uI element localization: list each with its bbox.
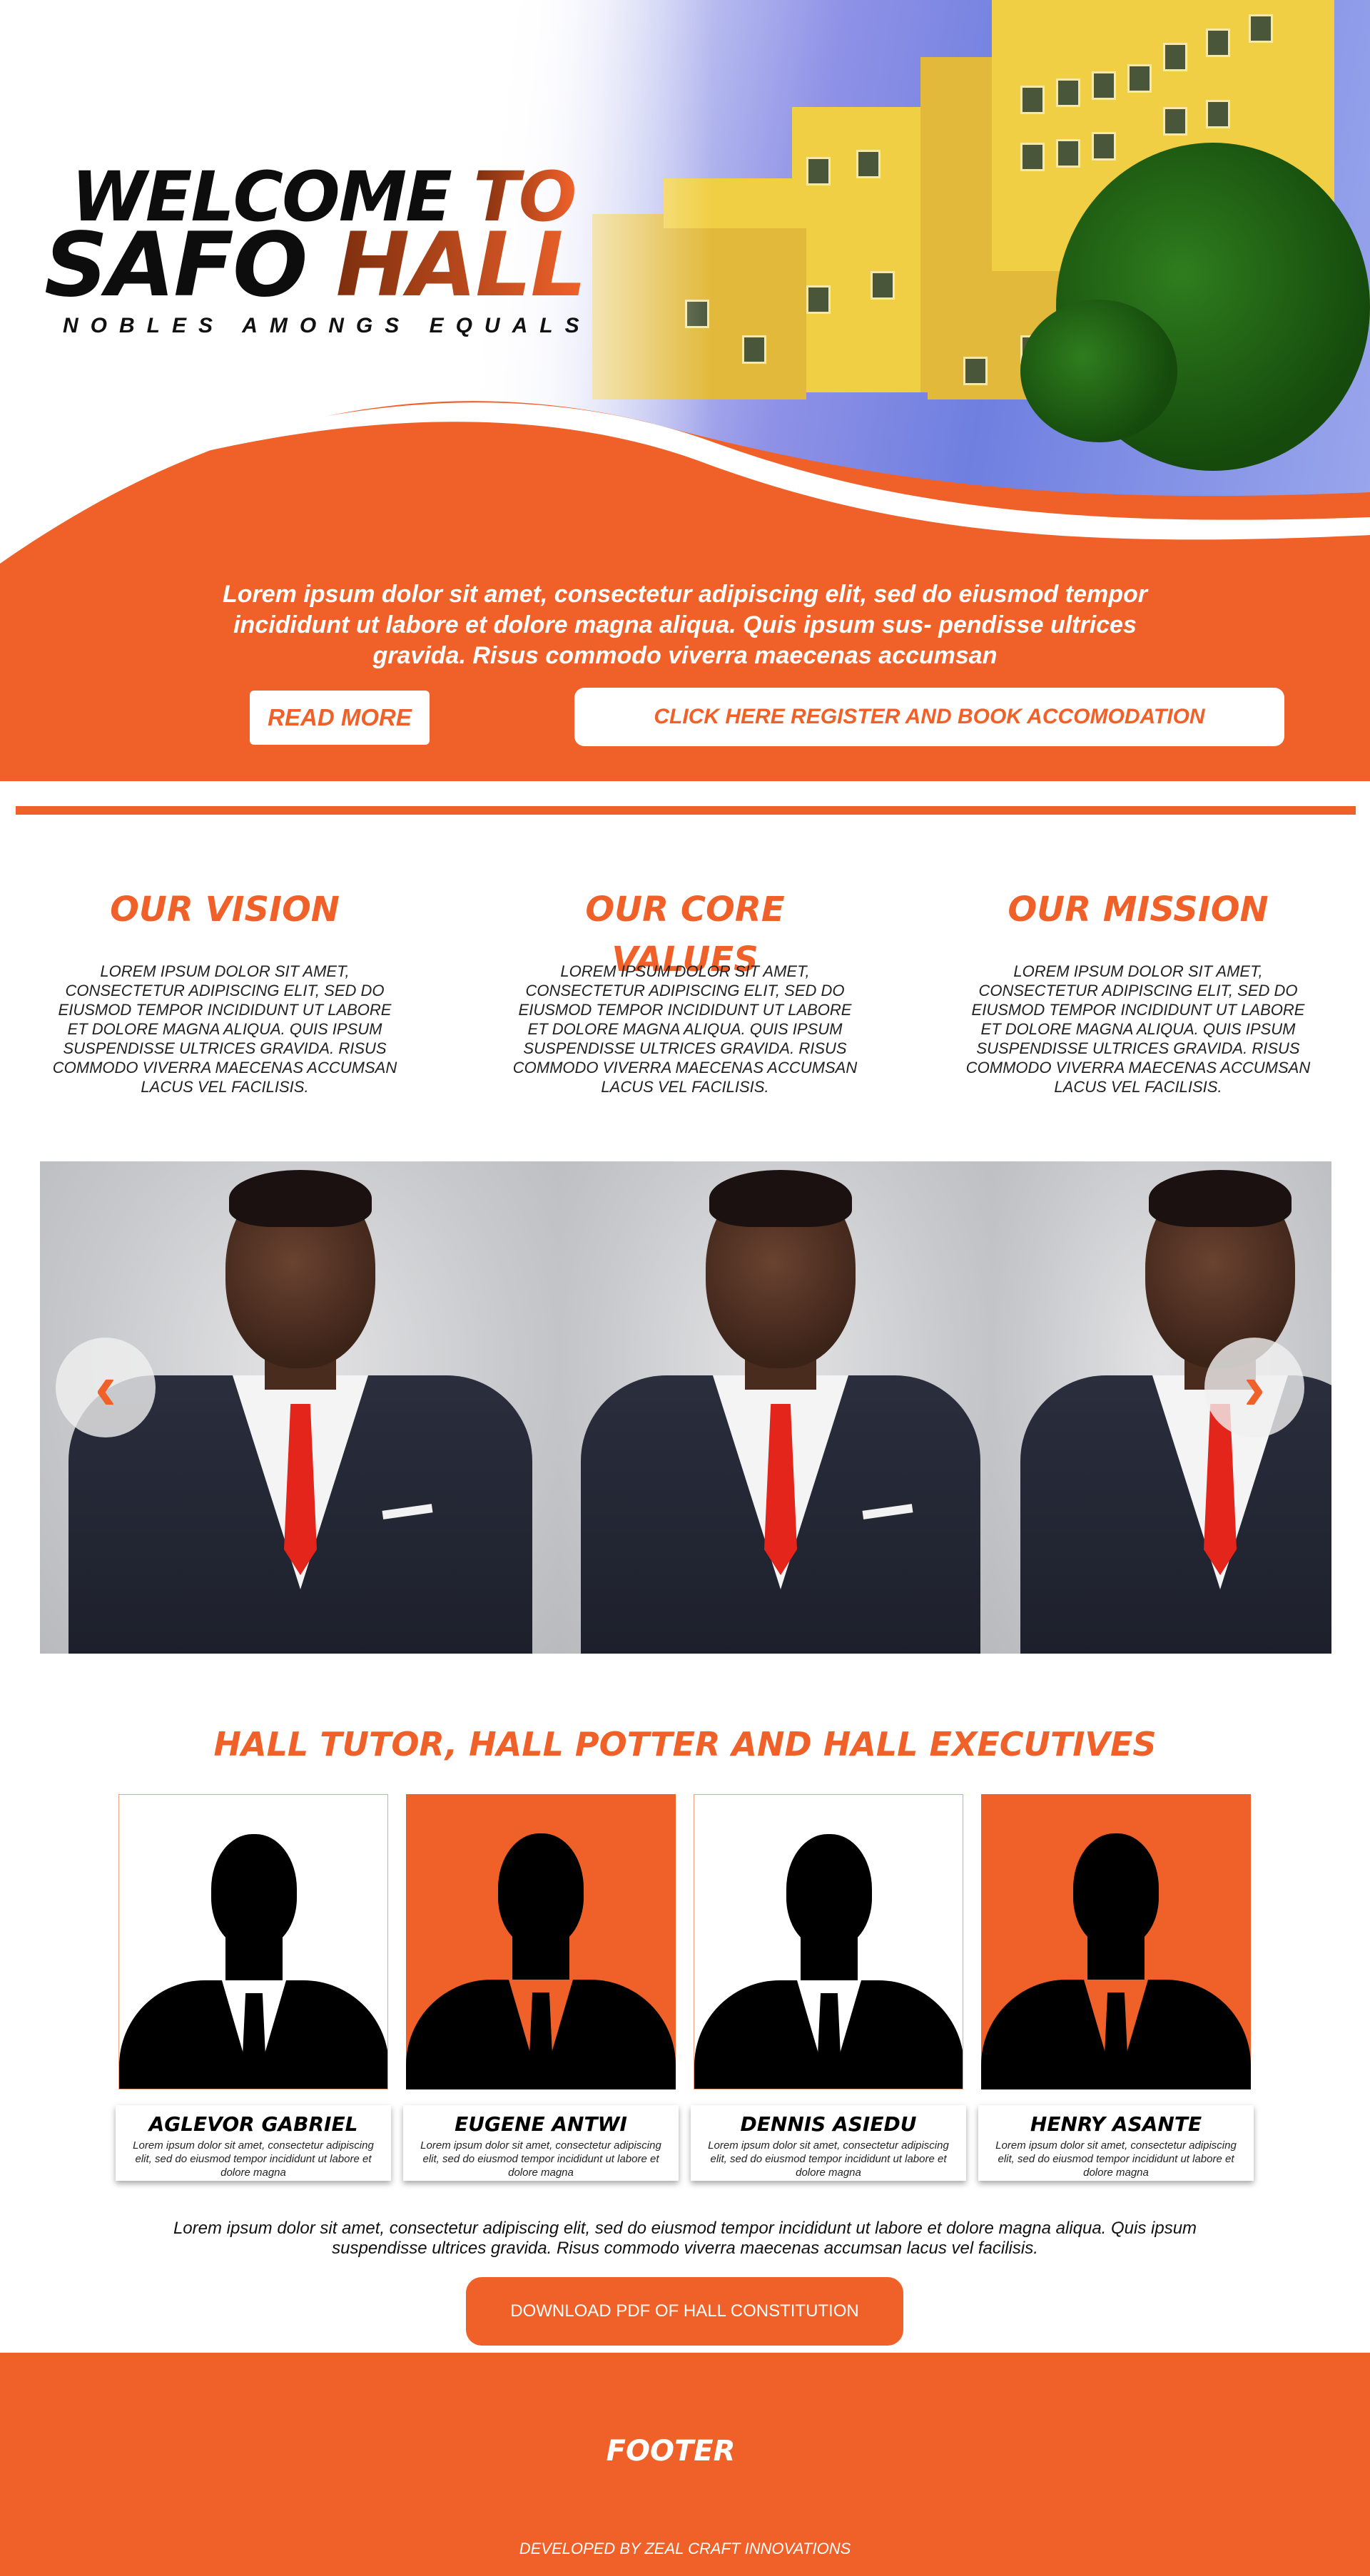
footer-credit: DEVELOPED BY ZEAL CRAFT INNOVATIONS: [519, 2540, 851, 2557]
executive-description: Lorem ipsum dolor sit amet, consectetur …: [995, 2139, 1237, 2179]
executives-title: HALL TUTOR, HALL POTTER AND HALL EXECUTI…: [213, 1725, 1157, 1763]
carousel-slide: [559, 1161, 992, 1654]
carousel-next-button[interactable]: ›: [1204, 1338, 1304, 1437]
executive-avatar: [406, 1794, 676, 2089]
executive-avatar: [981, 1794, 1251, 2089]
executive-card[interactable]: HENRY ASANTE Lorem ipsum dolor sit amet,…: [978, 1794, 1254, 2181]
register-book-accommodation-button[interactable]: CLICK HERE REGISTER AND BOOK ACCOMODATIO…: [574, 688, 1284, 746]
carousel-prev-button[interactable]: ‹: [56, 1338, 156, 1437]
chevron-left-icon: ‹: [95, 1352, 116, 1423]
hero-title-line2: SAFO HALL: [44, 221, 587, 310]
executive-card[interactable]: EUGENE ANTWI Lorem ipsum dolor sit amet,…: [403, 1794, 679, 2181]
executive-avatar: [118, 1794, 388, 2089]
executive-name: HENRY ASANTE: [1030, 2112, 1202, 2136]
executive-card[interactable]: AGLEVOR GABRIEL Lorem ipsum dolor sit am…: [116, 1794, 391, 2181]
executive-info: HENRY ASANTE Lorem ipsum dolor sit amet,…: [978, 2105, 1254, 2181]
mission-body: LOREM IPSUM DOLOR SIT AMET, CONSECTETUR …: [965, 962, 1311, 1096]
executive-description: Lorem ipsum dolor sit amet, consectetur …: [708, 2139, 949, 2179]
vision-title: OUR VISION: [110, 890, 340, 930]
executive-description: Lorem ipsum dolor sit amet, consectetur …: [420, 2139, 661, 2179]
hero-description: Lorem ipsum dolor sit amet, consectetur …: [222, 581, 1148, 669]
executive-info: EUGENE ANTWI Lorem ipsum dolor sit amet,…: [403, 2105, 679, 2181]
hero-section: WELCOME TO SAFO HALL NOBLES AMONGS EQUAL…: [0, 0, 1370, 781]
vision-column: OUR VISION LOREM IPSUM DOLOR SIT AMET, C…: [46, 885, 403, 1096]
executive-name: EUGENE ANTWI: [455, 2112, 627, 2136]
vision-body: LOREM IPSUM DOLOR SIT AMET, CONSECTETUR …: [52, 962, 397, 1096]
executive-info: DENNIS ASIEDU Lorem ipsum dolor sit amet…: [691, 2105, 966, 2181]
executive-card[interactable]: DENNIS ASIEDU Lorem ipsum dolor sit amet…: [691, 1794, 966, 2181]
core-values-body: LOREM IPSUM DOLOR SIT AMET, CONSECTETUR …: [512, 962, 858, 1096]
mission-title: OUR MISSION: [1008, 890, 1269, 930]
executive-description: Lorem ipsum dolor sit amet, consectetur …: [133, 2139, 374, 2179]
core-values-column: OUR CORE VALUES LOREM IPSUM DOLOR SIT AM…: [507, 885, 863, 1096]
executive-name: AGLEVOR GABRIEL: [148, 2112, 358, 2136]
executive-name: DENNIS ASIEDU: [740, 2112, 917, 2136]
hall-word: HALL: [335, 214, 587, 317]
section-divider: [16, 806, 1356, 815]
read-more-button[interactable]: READ MORE: [250, 691, 430, 745]
footer: FOOTER DEVELOPED BY ZEAL CRAFT INNOVATIO…: [0, 2353, 1370, 2576]
portrait-carousel[interactable]: [40, 1161, 1331, 1654]
core-values-title: OUR CORE VALUES: [585, 890, 785, 979]
footer-title: FOOTER: [606, 2435, 736, 2468]
executive-avatar: [694, 1794, 963, 2089]
executive-info: AGLEVOR GABRIEL Lorem ipsum dolor sit am…: [116, 2105, 391, 2181]
constitution-text: Lorem ipsum dolor sit amet, consectetur …: [173, 2219, 1197, 2258]
mission-column: OUR MISSION LOREM IPSUM DOLOR SIT AMET, …: [960, 885, 1316, 1096]
safo-word: SAFO: [44, 214, 308, 317]
hero-tagline: NOBLES AMONGS EQUALS: [63, 314, 592, 337]
chevron-right-icon: ›: [1244, 1352, 1265, 1423]
download-constitution-button[interactable]: DOWNLOAD PDF OF HALL CONSTITUTION: [466, 2277, 903, 2346]
